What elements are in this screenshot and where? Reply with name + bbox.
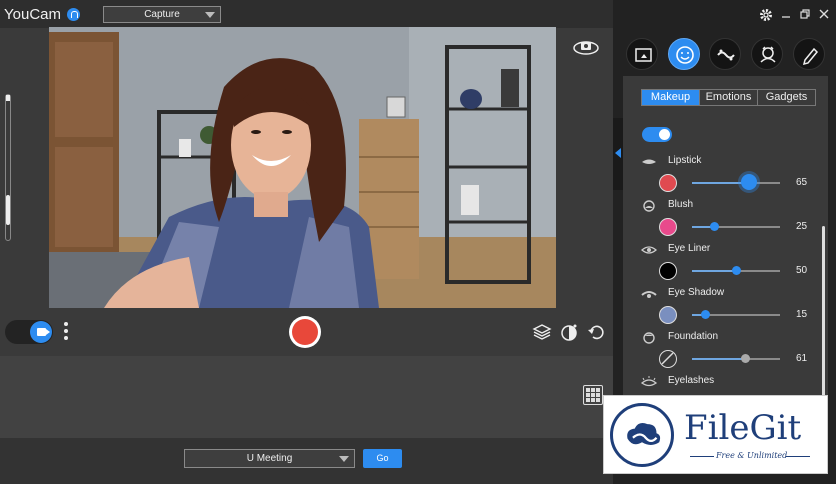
avatar-icon [760,46,776,63]
notification-bell-icon[interactable] [67,8,80,21]
makeup-feature-row: Foundation 61 [641,330,821,374]
slider-track-rest [745,358,780,360]
rotate-camera-icon[interactable] [572,37,600,57]
feature-value: 65 [796,177,808,188]
foundation-icon [643,332,655,344]
slider-knob[interactable] [741,174,758,190]
meeting-app-value: U Meeting [246,453,293,464]
go-button[interactable]: Go [363,449,402,468]
slider-knob[interactable] [741,354,751,363]
minimize-icon[interactable] [780,8,792,20]
lips-icon [642,159,656,164]
eyelashes-icon [641,376,657,387]
mode-select[interactable]: Capture [103,6,221,23]
grid-view-icon[interactable] [583,385,603,405]
more-options-icon[interactable] [63,321,69,343]
slider-knob[interactable] [709,222,719,231]
mode-select-value: Capture [144,9,180,20]
feature-label: Lipstick [668,155,702,166]
effects-icon[interactable] [559,322,579,342]
gallery-strip [0,356,613,438]
zoom-slider-top [6,95,10,101]
slider-track-rest [714,226,780,228]
layers-icon[interactable] [532,322,552,342]
color-swatch[interactable] [659,350,677,368]
intensity-slider[interactable] [692,358,780,360]
footer-bar: U Meeting Go [0,438,613,484]
camera-pane: YouCam Capture U Meeting Go [0,0,613,484]
zoom-slider-knob[interactable] [6,195,10,225]
meeting-app-select[interactable]: U Meeting [184,449,355,468]
control-bar [0,308,613,356]
pencil-icon [802,47,819,66]
face-tool-button[interactable] [668,38,700,70]
filegit-logo [610,403,674,467]
color-swatch[interactable] [659,262,677,280]
intensity-slider[interactable] [692,182,780,184]
camera-toggle[interactable] [5,320,53,344]
blush-icon [643,200,655,212]
feature-label: Blush [668,199,694,210]
color-swatch[interactable] [659,218,677,236]
avatar-tool-button[interactable] [751,38,783,70]
eye-shadow-icon [641,291,657,298]
chevron-down-icon [339,456,349,462]
sparkle-icon [717,49,735,61]
video-camera-icon [37,328,50,336]
record-button[interactable] [289,316,321,348]
feature-value: 25 [796,221,808,232]
feature-label: Foundation [668,331,719,342]
color-swatch[interactable] [659,174,677,192]
makeup-panel: Makeup Emotions Gadgets Lipstick 65 Blush 2… [623,76,828,466]
close-icon[interactable] [818,8,830,20]
restore-icon[interactable] [799,8,811,20]
divider [786,456,810,457]
makeup-feature-row: Lipstick 65 [641,154,821,198]
feature-value: 50 [796,265,808,276]
divider [690,456,714,457]
gear-icon[interactable] [759,8,773,22]
frame-icon [635,48,652,62]
makeup-feature-row: Blush 25 [641,198,821,242]
camera-preview [49,27,556,308]
window-controls [780,8,830,20]
collapse-panel-icon[interactable] [613,118,623,190]
slider-track-rest [705,314,780,316]
title-bar: YouCam Capture [0,0,613,28]
filegit-watermark: FileGit Free & Unlimited [603,395,828,474]
slider-knob[interactable] [700,310,710,319]
color-swatch[interactable] [659,306,677,324]
app-title: YouCam [4,6,61,23]
makeup-feature-row: Eye Liner 50 [641,242,821,286]
watermark-tagline: Free & Unlimited [716,451,788,460]
effects-tool-button[interactable] [709,38,741,70]
feature-label: Eyelashes [668,375,715,386]
feature-label: Eye Shadow [668,287,725,298]
tab-gadgets[interactable]: Gadgets [758,90,815,105]
draw-tool-button[interactable] [793,38,825,70]
feature-value: 15 [796,309,808,320]
zoom-slider[interactable] [5,94,11,241]
chevron-down-icon [205,12,215,18]
smiley-icon [676,46,694,64]
makeup-feature-row: Eye Shadow 15 [641,286,821,330]
watermark-name: FileGit [684,408,802,448]
panel-tabs: Makeup Emotions Gadgets [641,89,816,106]
undo-icon[interactable] [586,322,606,342]
makeup-enable-toggle[interactable] [642,127,672,142]
slider-track-rest [736,270,780,272]
intensity-slider[interactable] [692,226,780,228]
feature-label: Eye Liner [668,243,711,254]
tool-row [623,38,828,70]
slider-knob[interactable] [731,266,741,275]
eye-liner-icon [641,246,657,254]
tab-makeup[interactable]: Makeup [642,90,700,105]
tab-emotions[interactable]: Emotions [700,90,758,105]
feature-value: 61 [796,353,808,364]
frame-tool-button[interactable] [626,38,658,70]
